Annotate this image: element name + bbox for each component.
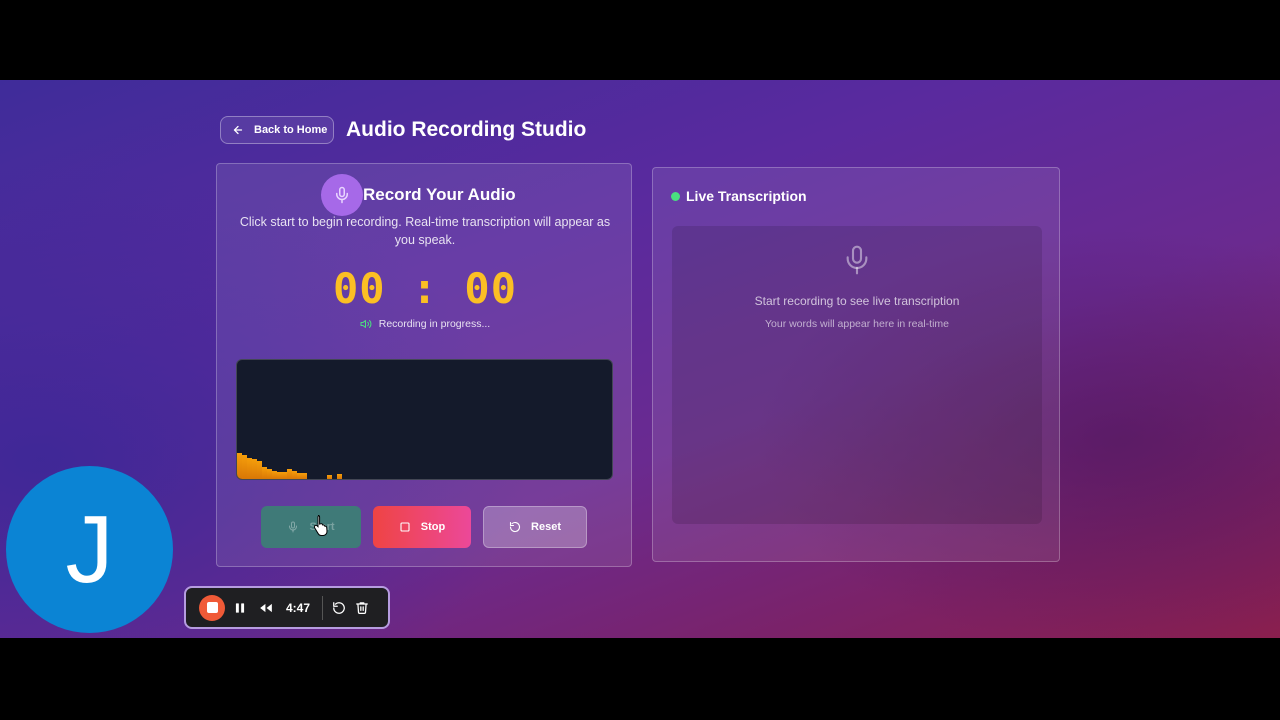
delete-button[interactable]: [355, 600, 369, 615]
toolbar-divider: [322, 595, 324, 620]
back-to-home-label: Back to Home: [254, 124, 328, 136]
mic-icon: [336, 186, 348, 204]
app-viewport: Back to Home Audio Recording Studio Reco…: [0, 80, 1280, 638]
visualizer-bar: [337, 474, 342, 479]
rewind-button[interactable]: [258, 601, 274, 615]
record-description: Click start to begin recording. Real-tim…: [239, 215, 611, 247]
transcription-empty-title: Start recording to see live transcriptio…: [754, 294, 960, 308]
record-panel: Record Your Audio Click start to begin r…: [216, 163, 632, 567]
transcription-empty-subtitle: Your words will appear here in real-time: [764, 318, 950, 330]
mic-badge: [321, 174, 363, 216]
transcription-title: Live Transcription: [686, 188, 807, 204]
stop-square-icon: [206, 602, 218, 613]
stop-button[interactable]: Stop: [373, 506, 471, 548]
speaker-icon: [360, 320, 372, 328]
audio-visualizer: [236, 359, 613, 480]
rotate-ccw-icon: [509, 521, 521, 533]
restart-icon: [333, 601, 345, 614]
webcam-avatar: J: [6, 466, 173, 633]
mouse-pointer-icon: [313, 515, 328, 536]
visualizer-bar: [327, 475, 332, 479]
reset-button-label: Reset: [531, 521, 561, 533]
stop-recording-button[interactable]: [199, 594, 225, 621]
visualizer-bar: [302, 473, 307, 479]
visualizer-bars: [237, 360, 612, 479]
live-indicator-dot: [671, 191, 680, 201]
stop-square-icon: [400, 522, 410, 532]
pause-icon: [235, 602, 245, 613]
transcription-header: Live Transcription: [671, 188, 807, 204]
page-title: Audio Recording Studio: [346, 118, 587, 141]
arrow-left-icon: [233, 125, 243, 135]
stop-button-label: Stop: [420, 521, 446, 533]
reset-button[interactable]: Reset: [483, 506, 587, 548]
recording-elapsed-time: 4:47: [286, 600, 311, 615]
back-to-home-button[interactable]: Back to Home: [220, 116, 334, 144]
recording-status-text: Recording in progress...: [378, 318, 491, 330]
transcription-panel: Live Transcription Start recording to se…: [652, 167, 1060, 562]
rewind-icon: [260, 603, 272, 612]
record-heading: Record Your Audio: [363, 185, 516, 204]
mic-icon: [846, 245, 868, 275]
pause-button[interactable]: [233, 601, 247, 615]
trash-icon: [356, 602, 368, 614]
screen-recorder-toolbar: 4:47: [184, 586, 390, 629]
mic-icon: [289, 521, 298, 533]
recording-status: Recording in progress...: [217, 318, 633, 330]
transcription-output: Start recording to see live transcriptio…: [672, 226, 1042, 524]
start-button[interactable]: Start: [261, 506, 361, 548]
recording-timer: 00 : 00: [332, 264, 517, 313]
restart-button[interactable]: [332, 601, 346, 615]
